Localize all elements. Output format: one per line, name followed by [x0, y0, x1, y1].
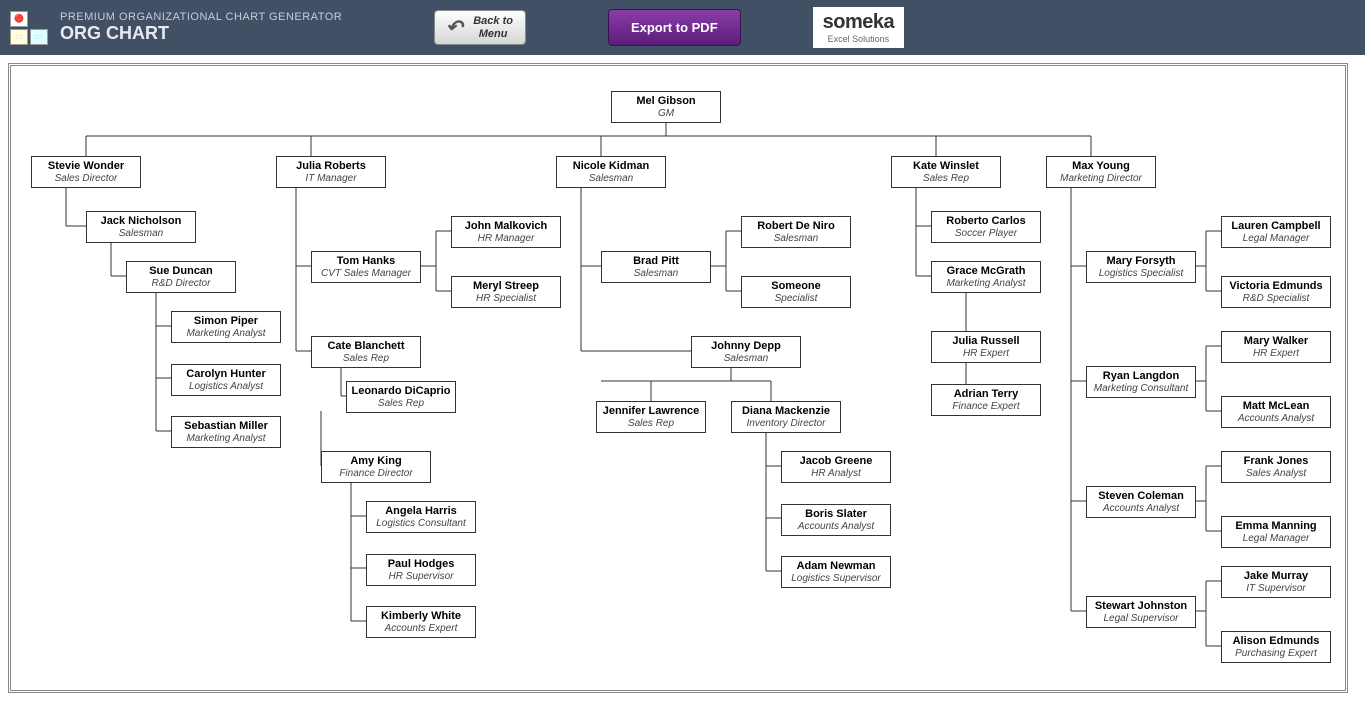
node-someone[interactable]: SomeoneSpecialist: [741, 276, 851, 308]
node-robert[interactable]: Robert De NiroSalesman: [741, 216, 851, 248]
node-juliar[interactable]: Julia RussellHR Expert: [931, 331, 1041, 363]
node-simon[interactable]: Simon PiperMarketing Analyst: [171, 311, 281, 343]
app-subtitle: PREMIUM ORGANIZATIONAL CHART GENERATOR: [60, 11, 342, 23]
node-boris[interactable]: Boris SlaterAccounts Analyst: [781, 504, 891, 536]
node-alison[interactable]: Alison EdmundsPurchasing Expert: [1221, 631, 1331, 663]
node-amy[interactable]: Amy KingFinance Director: [321, 451, 431, 483]
node-ryan[interactable]: Ryan LangdonMarketing Consultant: [1086, 366, 1196, 398]
node-emma[interactable]: Emma ManningLegal Manager: [1221, 516, 1331, 548]
node-meryl[interactable]: Meryl StreepHR Specialist: [451, 276, 561, 308]
node-matt[interactable]: Matt McLeanAccounts Analyst: [1221, 396, 1331, 428]
node-sue[interactable]: Sue DuncanR&D Director: [126, 261, 236, 293]
back-label-2: Menu: [479, 28, 508, 40]
node-jake[interactable]: Jake MurrayIT Supervisor: [1221, 566, 1331, 598]
header-bar: 🔴 ▭ ▭ PREMIUM ORGANIZATIONAL CHART GENER…: [0, 0, 1365, 55]
node-adam[interactable]: Adam NewmanLogistics Supervisor: [781, 556, 891, 588]
logo-subtitle: Excel Solutions: [823, 34, 895, 44]
app-icon-3[interactable]: ▭: [30, 29, 48, 45]
export-pdf-button[interactable]: Export to PDF: [608, 9, 741, 46]
back-to-menu-button[interactable]: ↶ Back to Menu: [434, 10, 526, 44]
logo: someka Excel Solutions: [813, 7, 905, 48]
node-leo[interactable]: Leonardo DiCaprioSales Rep: [346, 381, 456, 413]
node-maryf[interactable]: Mary ForsythLogistics Specialist: [1086, 251, 1196, 283]
node-paul[interactable]: Paul HodgesHR Supervisor: [366, 554, 476, 586]
node-kimberly[interactable]: Kimberly WhiteAccounts Expert: [366, 606, 476, 638]
app-icon-1[interactable]: 🔴: [10, 11, 28, 27]
node-tom[interactable]: Tom HanksCVT Sales Manager: [311, 251, 421, 283]
node-diana[interactable]: Diana MackenzieInventory Director: [731, 401, 841, 433]
node-stevie[interactable]: Stevie WonderSales Director: [31, 156, 141, 188]
app-icon-2[interactable]: ▭: [10, 29, 28, 45]
header-icon-group: 🔴 ▭ ▭: [10, 11, 48, 45]
node-john[interactable]: John MalkovichHR Manager: [451, 216, 561, 248]
node-johnny[interactable]: Johnny DeppSalesman: [691, 336, 801, 368]
node-angela[interactable]: Angela HarrisLogistics Consultant: [366, 501, 476, 533]
node-lauren[interactable]: Lauren CampbellLegal Manager: [1221, 216, 1331, 248]
node-grace[interactable]: Grace McGrathMarketing Analyst: [931, 261, 1041, 293]
node-stewart[interactable]: Stewart JohnstonLegal Supervisor: [1086, 596, 1196, 628]
node-jacob[interactable]: Jacob GreeneHR Analyst: [781, 451, 891, 483]
title-block: PREMIUM ORGANIZATIONAL CHART GENERATOR O…: [60, 11, 342, 44]
node-roberto[interactable]: Roberto CarlosSoccer Player: [931, 211, 1041, 243]
logo-text: someka: [823, 11, 895, 34]
node-jack[interactable]: Jack NicholsonSalesman: [86, 211, 196, 243]
node-maryw[interactable]: Mary WalkerHR Expert: [1221, 331, 1331, 363]
org-chart-canvas: Mel GibsonGM Stevie WonderSales Director…: [8, 63, 1348, 693]
node-adrian[interactable]: Adrian TerryFinance Expert: [931, 384, 1041, 416]
node-nicole[interactable]: Nicole KidmanSalesman: [556, 156, 666, 188]
node-julia[interactable]: Julia RobertsIT Manager: [276, 156, 386, 188]
node-brad[interactable]: Brad PittSalesman: [601, 251, 711, 283]
node-victoria[interactable]: Victoria EdmundsR&D Specialist: [1221, 276, 1331, 308]
node-jennifer[interactable]: Jennifer LawrenceSales Rep: [596, 401, 706, 433]
node-steven[interactable]: Steven ColemanAccounts Analyst: [1086, 486, 1196, 518]
node-max[interactable]: Max YoungMarketing Director: [1046, 156, 1156, 188]
back-label-1: Back to: [473, 15, 513, 27]
back-arrow-icon: ↶: [441, 17, 467, 39]
node-carolyn[interactable]: Carolyn HunterLogistics Analyst: [171, 364, 281, 396]
node-cate[interactable]: Cate BlanchettSales Rep: [311, 336, 421, 368]
app-title: ORG CHART: [60, 23, 342, 44]
node-sebastian[interactable]: Sebastian MillerMarketing Analyst: [171, 416, 281, 448]
node-root[interactable]: Mel GibsonGM: [611, 91, 721, 123]
node-kate[interactable]: Kate WinsletSales Rep: [891, 156, 1001, 188]
node-frank[interactable]: Frank JonesSales Analyst: [1221, 451, 1331, 483]
